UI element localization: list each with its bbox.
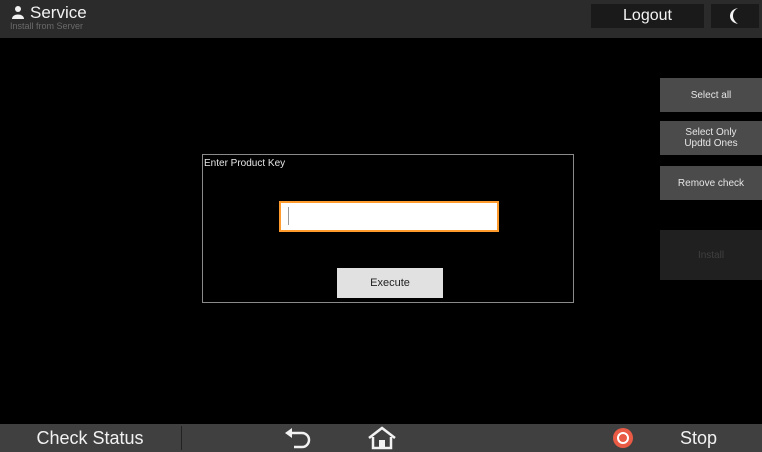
product-key-input[interactable] <box>279 201 499 232</box>
stop-button[interactable]: Stop <box>680 424 717 452</box>
app-title: Service <box>30 3 87 22</box>
remove-check-label: Remove check <box>677 177 745 189</box>
home-icon[interactable] <box>365 426 399 450</box>
text-caret <box>288 207 289 225</box>
check-status-label: Check Status <box>36 427 144 448</box>
execute-button[interactable]: Execute <box>337 268 443 298</box>
execute-label: Execute <box>370 277 410 289</box>
top-bar: Service Install from Server Logout <box>0 0 762 38</box>
logout-button[interactable]: Logout <box>591 4 704 28</box>
back-arrow-icon[interactable] <box>282 427 316 449</box>
bottom-divider <box>181 426 182 450</box>
stop-icon[interactable] <box>612 427 634 449</box>
bottom-bar: Check Status Stop <box>0 424 762 452</box>
moon-icon <box>730 8 738 24</box>
page-subtitle: Install from Server <box>10 21 84 31</box>
select-all-label: Select all <box>690 89 732 101</box>
select-only-updated-label: Select Only Updtd Ones <box>684 127 738 149</box>
night-mode-button[interactable] <box>711 4 759 28</box>
stop-label: Stop <box>680 427 718 448</box>
select-only-updated-button[interactable]: Select Only Updtd Ones <box>660 121 762 155</box>
logout-label: Logout <box>623 7 672 24</box>
remove-check-button[interactable]: Remove check <box>660 166 762 200</box>
screen: Service Install from Server Logout Selec… <box>0 0 762 452</box>
check-status-button[interactable]: Check Status <box>0 424 180 452</box>
install-label: Install <box>697 249 725 261</box>
dialog-title: Enter Product Key <box>204 158 286 169</box>
product-key-dialog: Enter Product Key Execute <box>202 154 574 303</box>
install-button: Install <box>660 230 762 280</box>
select-all-button[interactable]: Select all <box>660 78 762 112</box>
user-icon <box>12 6 24 19</box>
